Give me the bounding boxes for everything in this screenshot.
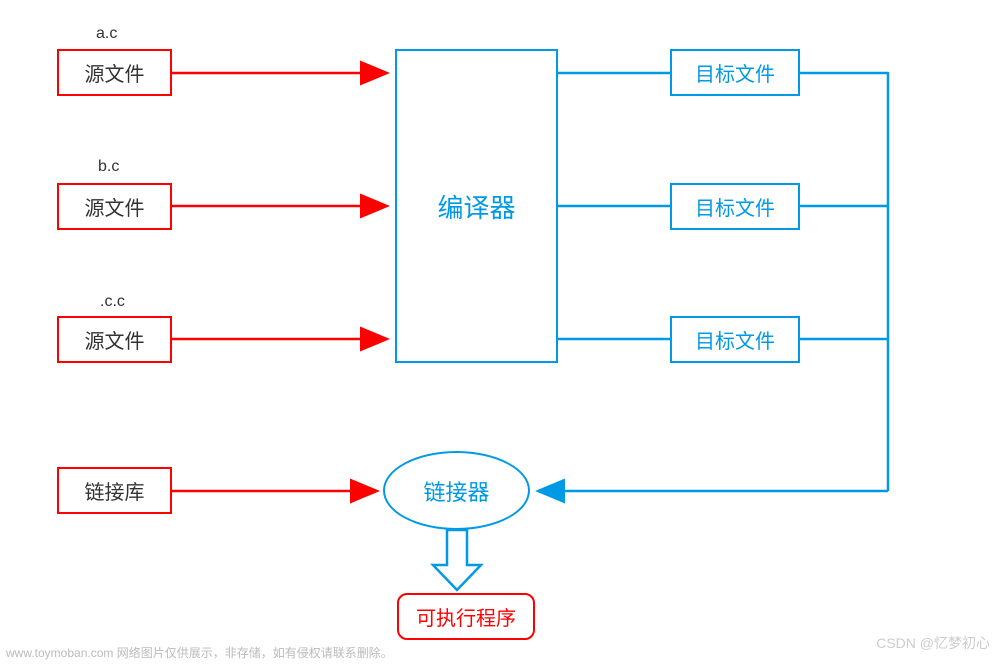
csdn-watermark: CSDN @忆梦初心 [876, 633, 990, 653]
footer-disclaimer: www.toymoban.com 网络图片仅供展示，非存储，如有侵权请联系删除。 [6, 644, 393, 661]
diagram-connectors [0, 0, 1000, 671]
